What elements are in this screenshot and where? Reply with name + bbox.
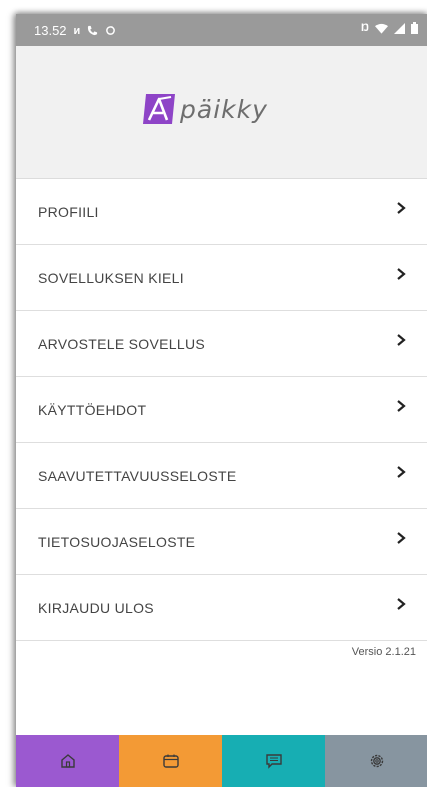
chevron-right-icon <box>397 598 406 610</box>
nav-tab-calendar[interactable] <box>119 735 222 787</box>
settings-menu: PROFIILI SOVELLUKSEN KIELI ARVOSTELE SOV… <box>16 179 427 641</box>
bottom-nav <box>16 735 427 787</box>
menu-item-label: ARVOSTELE SOVELLUS <box>38 336 205 352</box>
menu-item-profile[interactable]: PROFIILI <box>16 179 427 245</box>
message-icon <box>265 754 282 769</box>
menu-item-logout[interactable]: KIRJAUDU ULOS <box>16 575 427 641</box>
menu-item-label: SAAVUTETTAVUUSSELOSTE <box>38 468 237 484</box>
menu-item-privacy[interactable]: TIETOSUOJASELOSTE <box>16 509 427 575</box>
sync-icon <box>106 25 116 35</box>
calendar-icon <box>162 754 179 768</box>
chevron-right-icon <box>397 334 406 346</box>
menu-item-label: PROFIILI <box>38 204 99 220</box>
chevron-right-icon <box>397 400 406 412</box>
menu-item-label: SOVELLUKSEN KIELI <box>38 270 184 286</box>
status-bar: 13.52 ᴎ Ŋ <box>16 14 427 46</box>
chevron-right-icon <box>397 268 406 280</box>
nav-tab-settings[interactable] <box>325 735 427 787</box>
menu-item-label: TIETOSUOJASELOSTE <box>38 534 196 550</box>
menu-item-accessibility[interactable]: SAAVUTETTAVUUSSELOSTE <box>16 443 427 509</box>
battery-icon <box>411 22 418 34</box>
nfc-icon: Ŋ <box>361 22 369 34</box>
status-time: 13.52 <box>34 23 67 38</box>
wifi-icon <box>375 23 388 34</box>
nav-tab-home[interactable] <box>16 735 119 787</box>
menu-item-label: KIRJAUDU ULOS <box>38 600 154 616</box>
paikky-logo-icon <box>143 94 175 124</box>
chevron-right-icon <box>397 466 406 478</box>
brand-name: päikky <box>180 94 268 124</box>
home-icon <box>60 754 75 768</box>
gear-icon <box>370 754 383 768</box>
app-header: päikky <box>16 46 427 179</box>
brand-logo: päikky <box>143 94 268 124</box>
menu-item-label: KÄYTTÖEHDOT <box>38 402 147 418</box>
chevron-right-icon <box>397 202 406 214</box>
version-label: Versio 2.1.21 <box>351 646 416 658</box>
phone-screen: 13.52 ᴎ Ŋ päikky PROFIILI SOVELLUKSEN KI… <box>16 14 427 787</box>
phone-icon <box>88 25 98 36</box>
signal-icon <box>394 22 405 34</box>
menu-item-rate-app[interactable]: ARVOSTELE SOVELLUS <box>16 311 427 377</box>
menu-item-terms[interactable]: KÄYTTÖEHDOT <box>16 377 427 443</box>
chevron-right-icon <box>397 532 406 544</box>
menu-item-language[interactable]: SOVELLUKSEN KIELI <box>16 245 427 311</box>
notification-icon: ᴎ <box>73 24 81 37</box>
nav-tab-messages[interactable] <box>222 735 325 787</box>
